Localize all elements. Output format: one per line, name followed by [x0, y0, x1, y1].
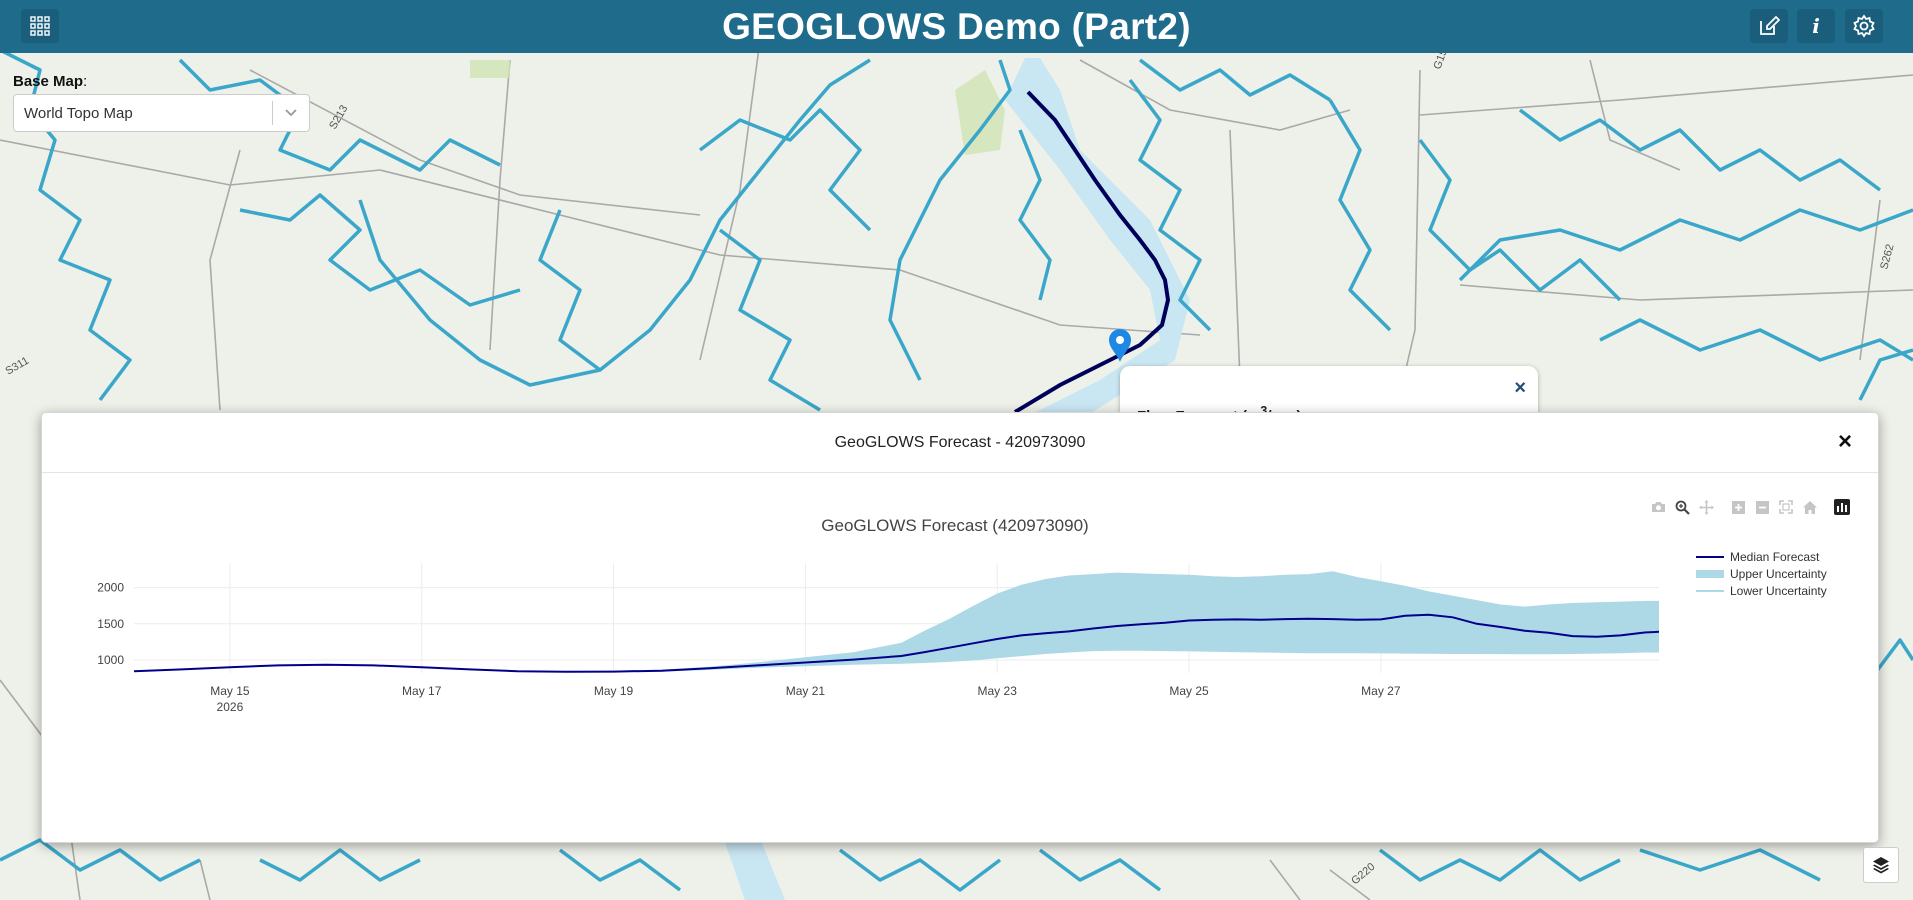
edit-icon: [1760, 15, 1780, 35]
x-tick-year-label: 2026: [217, 700, 244, 714]
apps-button[interactable]: [21, 9, 59, 43]
app-header: GEOGLOWS Demo (Part2) i: [0, 0, 1913, 53]
x-tick-label: May 21: [786, 684, 826, 698]
x-tick-label: May 23: [978, 684, 1018, 698]
legend-item-lower[interactable]: Lower Uncertainty: [1696, 584, 1827, 598]
settings-button[interactable]: [1845, 9, 1883, 43]
x-tick-label: May 19: [594, 684, 634, 698]
legend-item-median[interactable]: Median Forecast: [1696, 550, 1820, 564]
basemap-select[interactable]: World Topo Map: [13, 94, 310, 132]
x-tick-label: May 25: [1169, 684, 1209, 698]
y-tick-label: 1500: [97, 617, 124, 631]
info-icon: i: [1812, 14, 1820, 38]
layers-button[interactable]: [1863, 847, 1899, 883]
legend-item-upper[interactable]: Upper Uncertainty: [1696, 567, 1827, 581]
y-tick-label: 1000: [97, 653, 124, 667]
x-tick-label: May 27: [1361, 684, 1401, 698]
modal-title: GeoGLOWS Forecast - 420973090: [834, 433, 1086, 451]
edit-button[interactable]: [1750, 9, 1788, 43]
app-title: GEOGLOWS Demo (Part2): [722, 5, 1191, 47]
y-tick-label: 2000: [97, 581, 124, 595]
popup-close-button[interactable]: ×: [1514, 378, 1526, 398]
forecast-chart[interactable]: GeoGLOWS Forecast (420973090) 1000 1500 20…: [42, 473, 1880, 833]
modal-close-button[interactable]: ×: [1838, 430, 1852, 454]
modal-header: GeoGLOWS Forecast - 420973090 ×: [42, 413, 1878, 473]
basemap-selected-value: World Topo Map: [24, 104, 133, 122]
legend-label-median: Median Forecast: [1730, 550, 1820, 564]
gear-icon: [1853, 14, 1875, 38]
forecast-modal: GeoGLOWS Forecast - 420973090 × GeoGLOWS…: [41, 412, 1879, 843]
apps-grid-icon: [30, 16, 50, 36]
chevron-down-icon[interactable]: [273, 108, 309, 118]
x-tick-label: May 17: [402, 684, 442, 698]
legend-label-upper: Upper Uncertainty: [1730, 567, 1827, 581]
chart-title: GeoGLOWS Forecast (420973090): [821, 516, 1088, 535]
chart-legend: Median Forecast Upper Uncertainty Lower …: [1696, 550, 1827, 598]
info-button[interactable]: i: [1797, 9, 1835, 43]
x-tick-label: May 15: [210, 684, 250, 698]
legend-label-lower: Lower Uncertainty: [1730, 584, 1827, 598]
layers-icon: [1873, 857, 1889, 874]
basemap-label: Base Map:: [13, 73, 88, 90]
